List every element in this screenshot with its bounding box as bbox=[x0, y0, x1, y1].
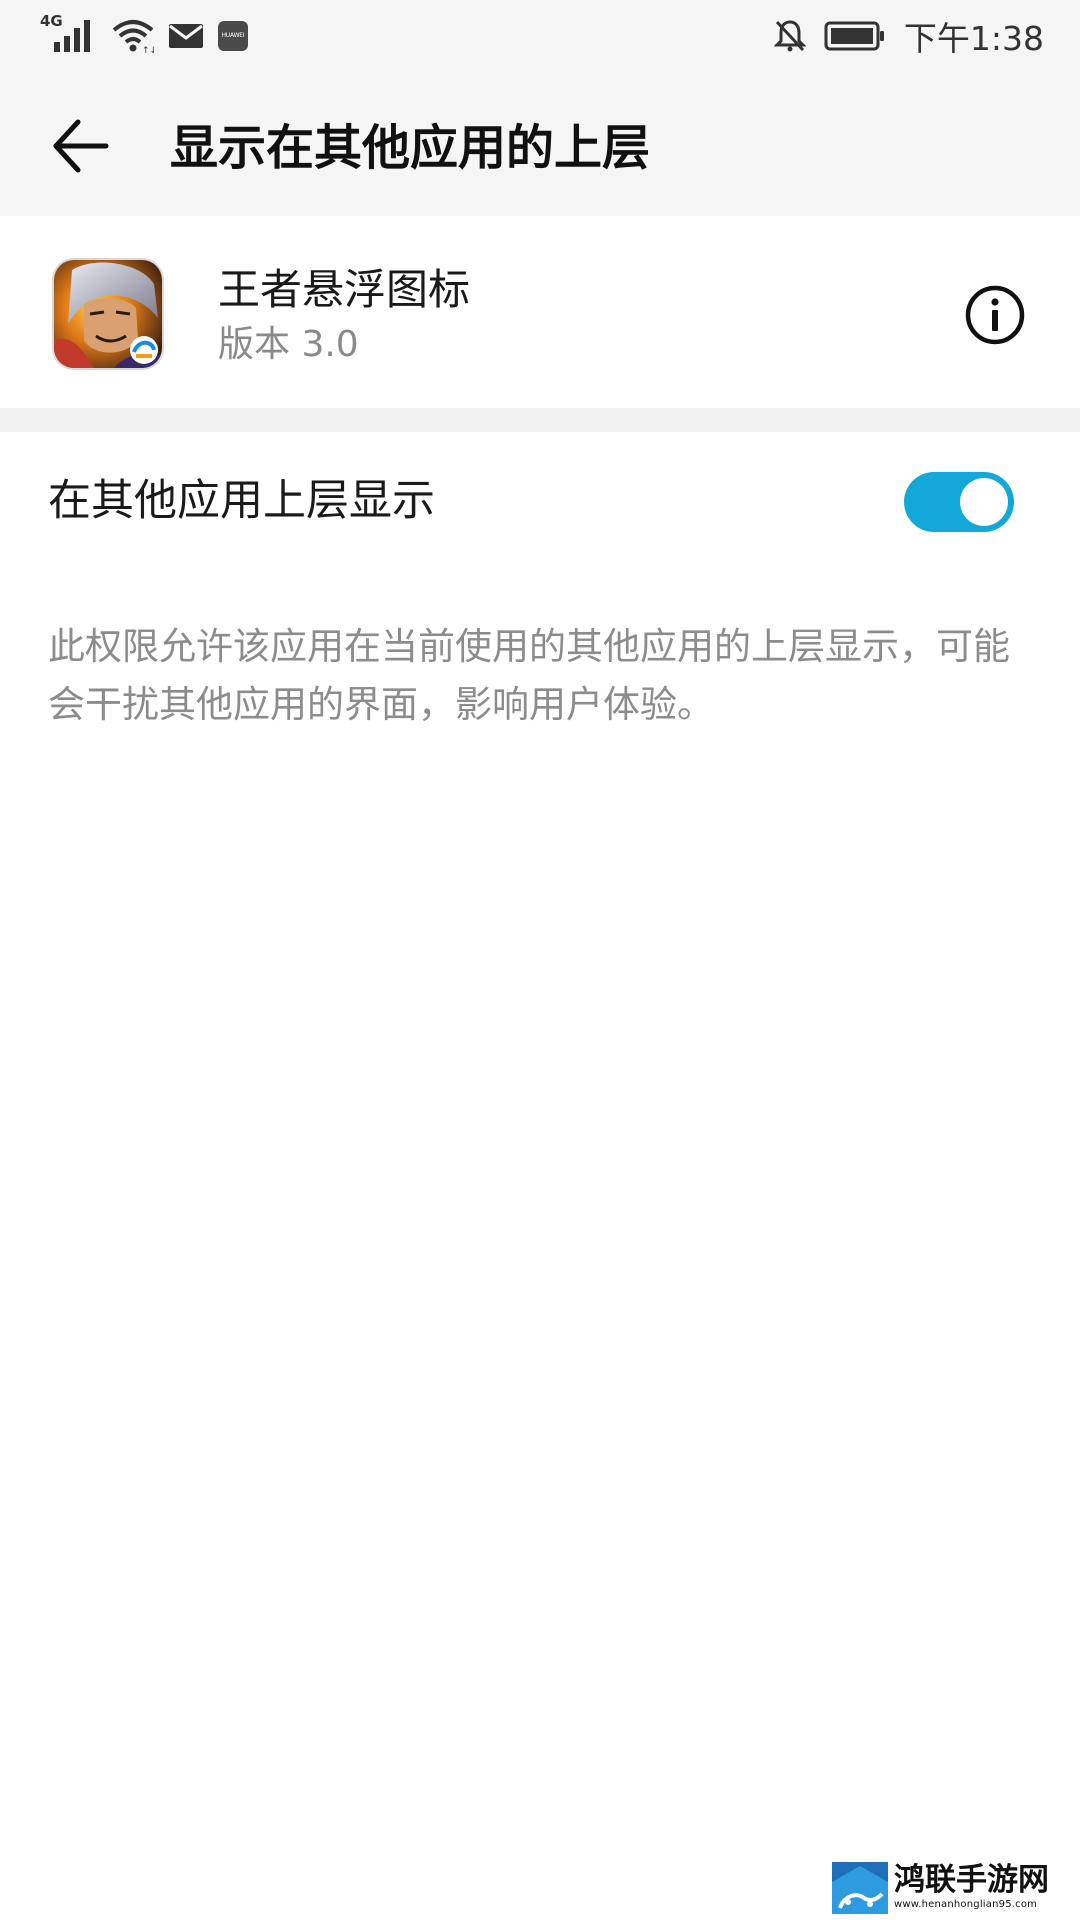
overlay-permission-row[interactable]: 在其他应用上层显示 bbox=[0, 432, 1080, 572]
arrow-left-icon bbox=[53, 119, 109, 173]
svg-text:↑↓: ↑↓ bbox=[142, 46, 154, 54]
network-type-label: 4G bbox=[40, 12, 63, 30]
notifications-off-icon bbox=[773, 20, 806, 52]
app-info-button[interactable] bbox=[960, 280, 1030, 350]
huawei-app-icon: HUAWEI bbox=[218, 21, 248, 51]
app-version: 版本 3.0 bbox=[218, 324, 359, 365]
section-divider bbox=[0, 408, 1080, 432]
status-time: 下午1:38 bbox=[903, 19, 1044, 58]
wifi-icon: ↑↓ bbox=[112, 20, 154, 54]
watermark-logo-icon bbox=[832, 1862, 888, 1914]
back-button[interactable] bbox=[44, 110, 116, 182]
overlay-permission-label: 在其他应用上层显示 bbox=[48, 476, 435, 526]
status-bar-left: 4G ↑↓ HUAWEI bbox=[40, 12, 248, 58]
app-icon bbox=[54, 260, 162, 368]
permission-description: 此权限允许该应用在当前使用的其他应用的上层显示，可能会干扰其他应用的界面，影响用… bbox=[48, 625, 1010, 726]
switch-knob bbox=[960, 478, 1008, 526]
app-info-row: 王者悬浮图标 版本 3.0 bbox=[0, 216, 1080, 408]
game-hero-artwork bbox=[54, 260, 162, 368]
info-icon bbox=[965, 285, 1025, 345]
overlay-permission-switch[interactable] bbox=[904, 472, 1014, 532]
app-bar: 显示在其他应用的上层 bbox=[0, 76, 1080, 216]
mail-icon bbox=[169, 24, 203, 48]
page-title: 显示在其他应用的上层 bbox=[170, 120, 651, 176]
battery-icon bbox=[824, 21, 884, 51]
watermark-url: www.henanhonglian95.com bbox=[894, 1899, 1038, 1910]
status-bar: 4G ↑↓ HUAWEI 下午1:38 bbox=[0, 0, 1080, 76]
status-bar-right: 下午1:38 bbox=[773, 14, 1044, 58]
watermark-site-name: 鸿联手游网 bbox=[894, 1862, 1049, 1898]
app-name: 王者悬浮图标 bbox=[218, 265, 471, 314]
cell-signal: 4G bbox=[40, 12, 98, 56]
watermark: 鸿联手游网 www.henanhonglian95.com bbox=[832, 1862, 1072, 1914]
